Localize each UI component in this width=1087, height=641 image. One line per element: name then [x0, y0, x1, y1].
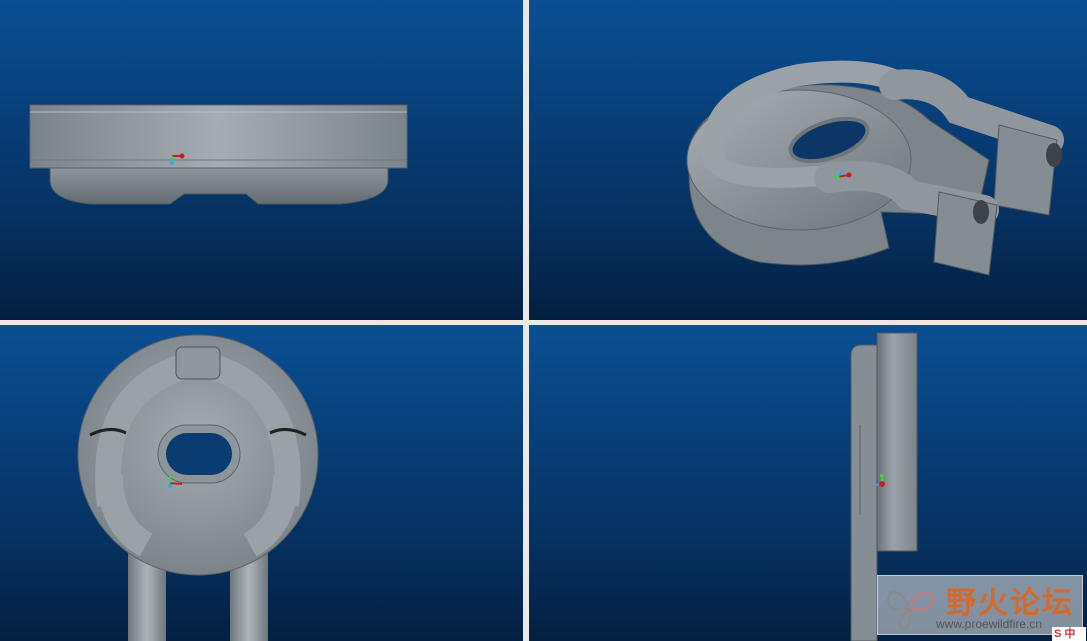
viewport-divider-horizontal[interactable]	[0, 320, 1087, 325]
top-view[interactable]	[0, 325, 523, 641]
forum-watermark: 野火论坛 www.proewildfire.cn	[877, 575, 1083, 635]
watermark-title: 野火论坛	[946, 586, 1074, 621]
top-view-model	[77, 334, 319, 641]
isometric-view-model	[686, 60, 1064, 276]
watermark-url: www.proewildfire.cn	[936, 617, 1043, 631]
isometric-view[interactable]	[529, 0, 1087, 320]
front-view-model	[29, 104, 408, 205]
butterfly-logo-icon	[886, 590, 934, 630]
front-view[interactable]	[0, 0, 523, 320]
ime-indicator[interactable]: S 中	[1052, 627, 1086, 641]
